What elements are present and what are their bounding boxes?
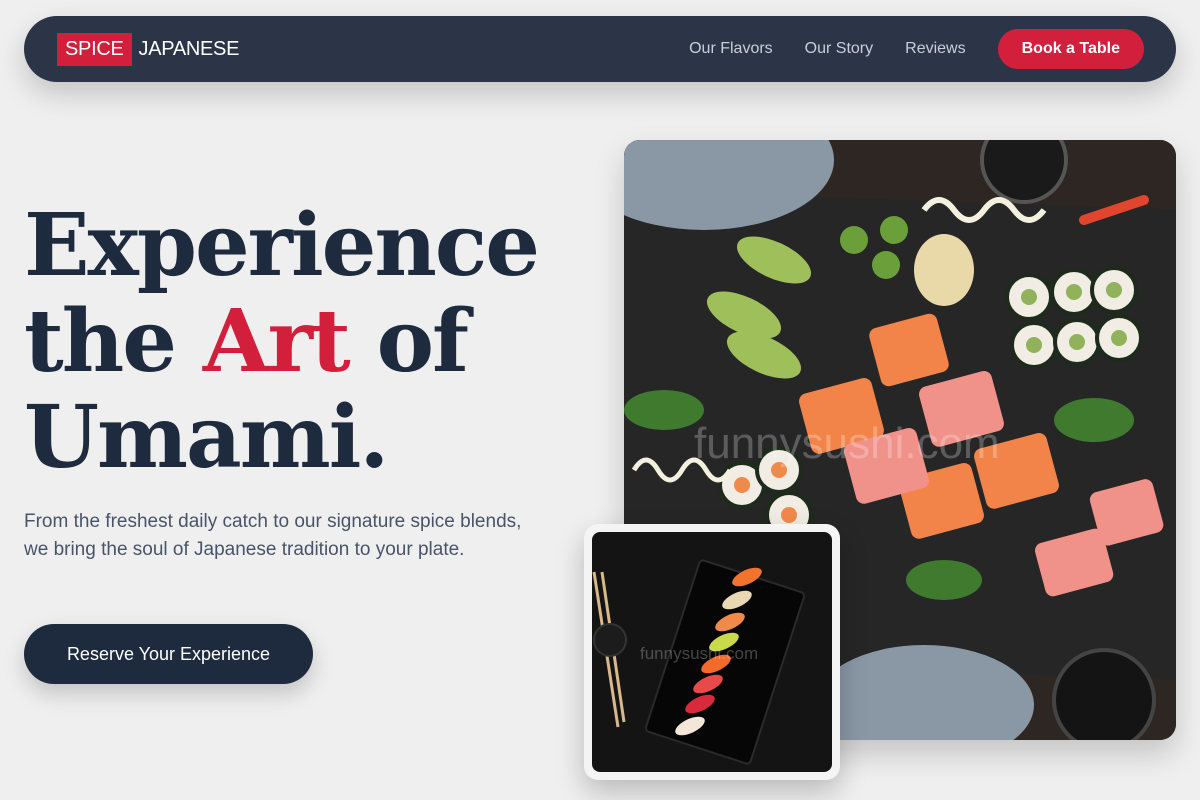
hero-title-line2b: of: [348, 291, 469, 392]
hero-title: Experience the Art of Umami.: [24, 198, 584, 486]
nav-link-reviews[interactable]: Reviews: [905, 40, 965, 58]
hero-title-line2a: the: [24, 291, 203, 392]
hero-subtitle: From the freshest daily catch to our sig…: [24, 511, 522, 560]
nav-link-our-story[interactable]: Our Story: [805, 40, 873, 58]
top-navbar: SPICE JAPANESE Our Flavors Our Story Rev…: [24, 16, 1176, 82]
brand-logo[interactable]: SPICE JAPANESE: [57, 32, 240, 66]
nigiri-plate-image: funnysushi.com: [592, 532, 832, 772]
book-table-button[interactable]: Book a Table: [997, 29, 1144, 69]
hero-title-accent: Art: [202, 291, 351, 392]
logo-spice: SPICE: [57, 32, 132, 66]
main-image-watermark: funnysushi.com: [694, 419, 1000, 468]
reserve-experience-button[interactable]: Reserve Your Experience: [24, 624, 313, 684]
hero-title-line3: Umami.: [24, 387, 389, 488]
nav-links: Our Flavors Our Story Reviews Book a Tab…: [689, 29, 1144, 69]
nav-link-our-flavors[interactable]: Our Flavors: [689, 40, 773, 58]
hero-title-line1: Experience: [24, 195, 540, 296]
small-image-watermark: funnysushi.com: [640, 644, 758, 663]
logo-japanese: JAPANESE: [138, 37, 240, 60]
nigiri-card: funnysushi.com: [584, 524, 840, 780]
